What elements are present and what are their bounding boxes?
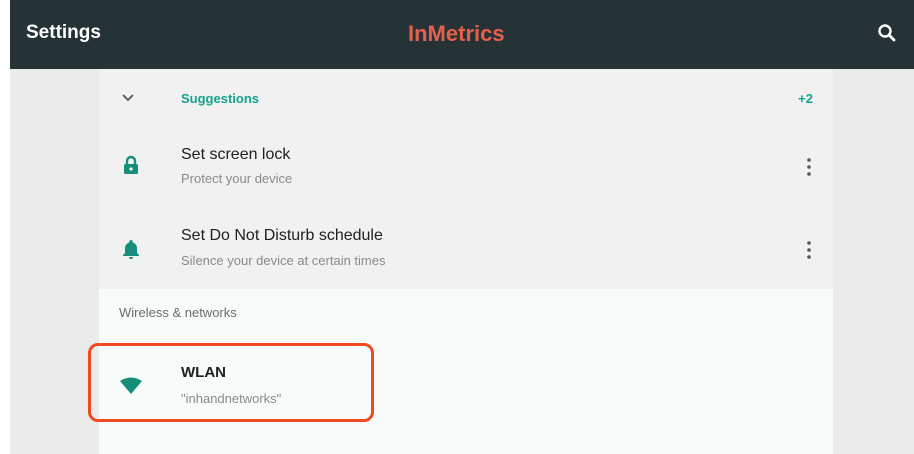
suggestions-count: +2 [798, 91, 813, 106]
settings-list: Suggestions +2 Set screen lock Protect y… [99, 69, 833, 454]
suggestions-header[interactable]: Suggestions +2 [99, 69, 833, 129]
app-title: Settings [26, 22, 101, 43]
brand-watermark: InMetrics [408, 21, 505, 46]
wifi-icon [120, 377, 142, 394]
content-area: Suggestions +2 Set screen lock Protect y… [10, 69, 914, 454]
lock-icon [124, 155, 138, 174]
wlan-title: WLAN [181, 364, 226, 381]
more-options-button[interactable] [797, 236, 821, 264]
suggestions-label: Suggestions [181, 91, 260, 106]
search-icon [878, 24, 896, 42]
suggestion-screen-lock[interactable]: Set screen lock Protect your device [99, 129, 833, 209]
wlan-item[interactable]: WLAN "inhandnetworks" [99, 345, 833, 425]
more-vert-icon [807, 158, 811, 176]
search-button[interactable] [872, 18, 902, 48]
wireless-networks-section: Wireless & networks WLAN "inhandnetworks… [99, 289, 833, 454]
wlan-network-name: "inhandnetworks" [181, 391, 282, 406]
more-vert-icon [807, 241, 811, 259]
suggestion-title: Set screen lock [181, 146, 291, 163]
bell-icon [123, 240, 139, 259]
section-title: Wireless & networks [119, 305, 237, 320]
more-options-button[interactable] [797, 153, 821, 181]
chevron-down-icon [122, 94, 134, 102]
suggestion-subtitle: Silence your device at certain times [181, 253, 386, 268]
app-bar: Settings InMetrics [10, 0, 914, 69]
suggestion-dnd-schedule[interactable]: Set Do Not Disturb schedule Silence your… [99, 209, 833, 289]
suggestion-subtitle: Protect your device [181, 171, 293, 186]
settings-screen: Settings InMetrics Suggestions +2 Set sc… [0, 0, 914, 454]
suggestion-title: Set Do Not Disturb schedule [181, 227, 383, 244]
